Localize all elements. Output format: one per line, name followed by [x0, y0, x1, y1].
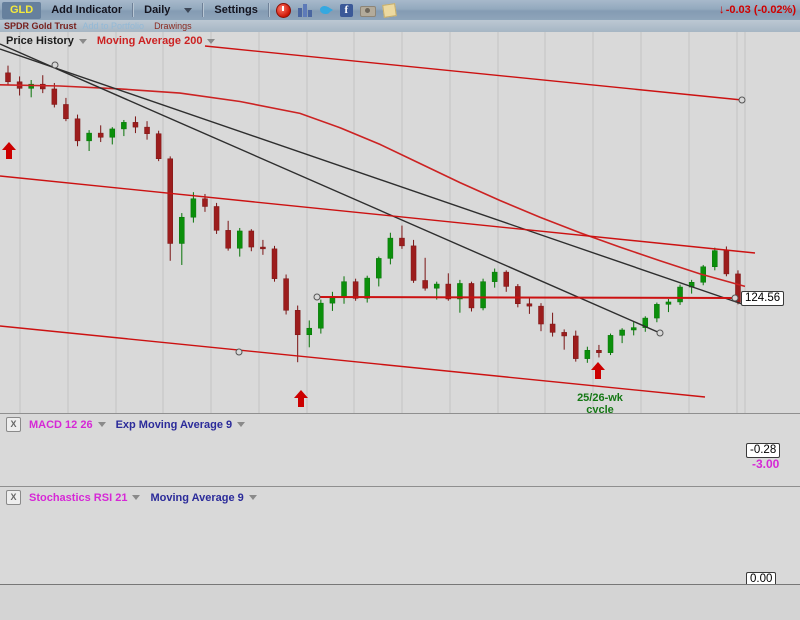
add-indicator-button[interactable]: Add Indicator	[41, 2, 132, 18]
chevron-down-icon[interactable]	[237, 422, 245, 427]
drawing-handle[interactable]	[236, 349, 242, 355]
price-chart-pane[interactable]: Price History Moving Average 200 25/26-w…	[0, 32, 800, 413]
symbol-label[interactable]: GLD	[2, 2, 41, 19]
stochastics-pane[interactable]: X Stochastics RSI 21 Moving Average 9 0.…	[0, 487, 800, 584]
drawings-link[interactable]: Drawings	[154, 21, 192, 31]
trading-app: GLD Add Indicator Daily Settings ↓-0.03 …	[0, 0, 800, 620]
chevron-down-icon	[184, 8, 192, 13]
notes-icon[interactable]	[382, 3, 397, 18]
add-to-portfolio-link[interactable]: Add to Portfolio	[83, 21, 145, 31]
chevron-down-icon[interactable]	[98, 422, 106, 427]
drawing-handle[interactable]	[52, 62, 58, 68]
close-icon[interactable]: X	[6, 417, 21, 432]
price-history-dropdown[interactable]: Price History	[6, 35, 74, 47]
chevron-down-icon[interactable]	[207, 39, 215, 44]
macd-ema-dropdown[interactable]: Exp Moving Average 9	[116, 419, 233, 431]
ma200-line	[0, 85, 745, 287]
macd-pane-header: X MACD 12 26 Exp Moving Average 9	[6, 417, 255, 432]
toolbar: GLD Add Indicator Daily Settings ↓-0.03 …	[0, 0, 800, 20]
price-chart-canvas[interactable]	[0, 32, 800, 413]
buildings-icon[interactable]	[298, 4, 312, 17]
drawing-handle[interactable]	[732, 295, 738, 301]
ma200-dropdown[interactable]: Moving Average 200	[97, 35, 203, 47]
stoch-rsi-dropdown[interactable]: Stochastics RSI 21	[29, 492, 127, 504]
instrument-title: SPDR Gold Trust	[4, 21, 77, 31]
chevron-down-icon[interactable]	[79, 39, 87, 44]
time-axis	[0, 585, 800, 620]
interval-dropdown[interactable]: Daily	[134, 2, 202, 18]
twitter-icon[interactable]	[319, 4, 333, 16]
down-arrow-icon: ↓	[719, 2, 725, 16]
toolbar-icons	[276, 3, 396, 18]
trendline-drawings[interactable]	[0, 44, 755, 397]
price-pane-header: Price History Moving Average 200	[6, 35, 225, 47]
drawing-handle[interactable]	[657, 330, 663, 336]
macd-pane[interactable]: X MACD 12 26 Exp Moving Average 9 -0.28 …	[0, 414, 800, 486]
alarm-icon[interactable]	[276, 3, 291, 18]
camera-icon[interactable]	[360, 6, 376, 17]
last-price-tag: 124.56	[741, 291, 784, 306]
drawing-handle[interactable]	[739, 97, 745, 103]
buy-signal-arrows	[2, 142, 605, 407]
macd-value-tag: -0.28	[746, 443, 780, 458]
interval-value: Daily	[144, 4, 170, 16]
facebook-icon[interactable]	[340, 4, 353, 17]
toolbar-separator	[268, 3, 270, 17]
price-change: ↓-0.03 (-0.02%)	[719, 2, 796, 16]
chevron-down-icon[interactable]	[249, 495, 257, 500]
settings-button[interactable]: Settings	[204, 2, 267, 18]
price-change-value: -0.03 (-0.02%)	[726, 4, 796, 16]
close-icon[interactable]: X	[6, 490, 21, 505]
stoch-pane-header: X Stochastics RSI 21 Moving Average 9	[6, 490, 267, 505]
stoch-ma-dropdown[interactable]: Moving Average 9	[150, 492, 243, 504]
macd-axis-label: -3.00	[752, 457, 779, 471]
chart-subbar: SPDR Gold Trust Add to Portfolio Drawing…	[0, 20, 800, 32]
macd-dropdown[interactable]: MACD 12 26	[29, 419, 93, 431]
chevron-down-icon[interactable]	[132, 495, 140, 500]
drawing-handle[interactable]	[314, 294, 320, 300]
